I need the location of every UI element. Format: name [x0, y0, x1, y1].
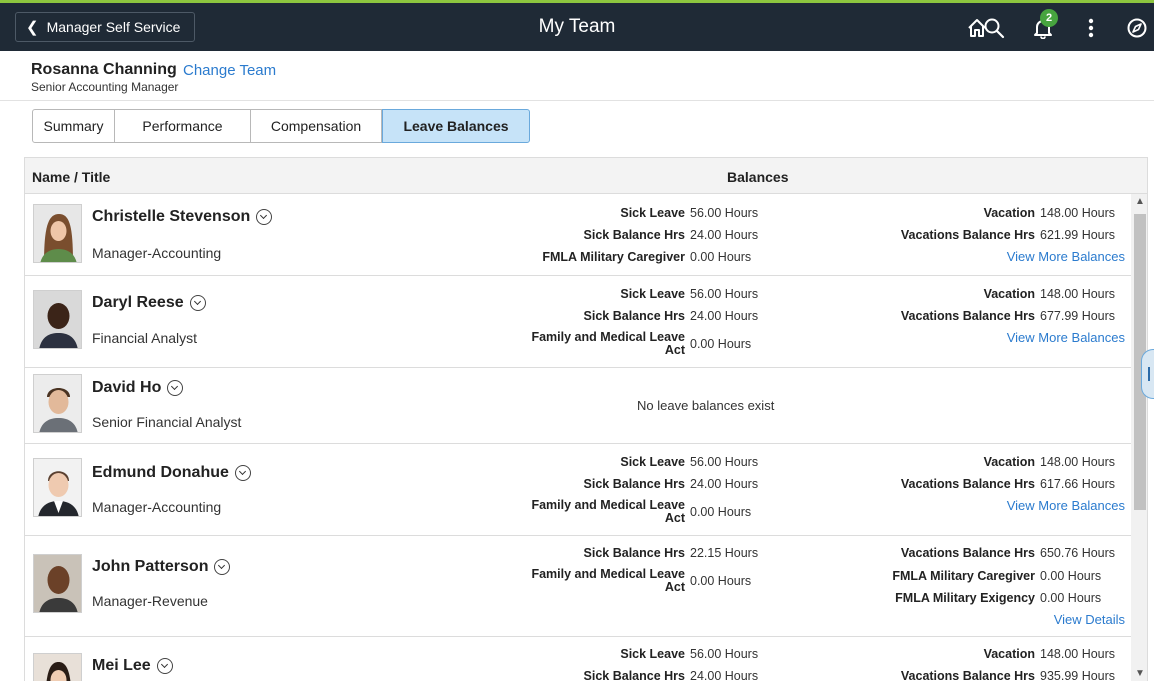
search-icon[interactable] — [981, 15, 1007, 41]
balance-item: Sick Balance Hrs 22.15 Hours — [583, 545, 759, 560]
balance-item: Vacation 148.00 Hours — [983, 286, 1116, 301]
balance-item: Vacations Balance Hrs 677.99 Hours — [900, 308, 1116, 323]
tab-compensation[interactable]: Compensation — [251, 109, 382, 143]
chevron-left-icon: ❮ — [26, 19, 39, 36]
avatar[interactable] — [33, 653, 82, 681]
navbar-compass-icon[interactable] — [1124, 15, 1150, 41]
balance-item: Sick Leave 56.00 Hours — [620, 646, 759, 661]
back-button-label: Manager Self Service — [46, 19, 181, 35]
view-more-balances-link[interactable]: View More Balances — [1007, 249, 1125, 264]
table-row: David Ho Senior Financial Analyst No lea… — [25, 368, 1131, 444]
balance-item: FMLA Military Caregiver 0.00 Hours — [542, 249, 752, 264]
balance-item: Vacation 148.00 Hours — [983, 205, 1116, 220]
balance-item: Vacations Balance Hrs 621.99 Hours — [900, 227, 1116, 242]
chevron-down-icon[interactable] — [234, 465, 251, 481]
table-row: Edmund Donahue Manager-Accounting Sick L… — [25, 444, 1131, 536]
avatar[interactable] — [33, 458, 82, 517]
balance-item: Vacation 148.00 Hours — [983, 646, 1116, 661]
balance-item: Sick Leave 56.00 Hours — [620, 205, 759, 220]
more-actions-icon[interactable] — [1078, 15, 1104, 41]
balance-item: Family and Medical Leave Act 0.00 Hours — [531, 498, 752, 525]
manager-name: Rosanna Channing — [31, 61, 177, 78]
scroll-down-arrow-icon[interactable]: ▼ — [1135, 668, 1145, 679]
side-panel-toggle[interactable] — [1141, 349, 1154, 399]
balance-item: Sick Balance Hrs 24.00 Hours — [583, 308, 759, 323]
balance-item: Vacations Balance Hrs 935.99 Hours — [900, 668, 1116, 681]
column-header-balances: Balances — [727, 169, 789, 185]
employee-title: Manager-Accounting — [92, 499, 222, 515]
view-more-balances-link[interactable]: View More Balances — [1007, 498, 1125, 513]
column-header-name[interactable]: Name / Title — [32, 169, 110, 185]
table-row: Mei Lee Sick Leave 56.00 Hours Sick Balan… — [25, 637, 1131, 681]
chevron-down-icon[interactable] — [167, 380, 184, 396]
avatar[interactable] — [33, 290, 82, 349]
chevron-down-icon[interactable] — [156, 658, 173, 674]
balance-item: Sick Balance Hrs 24.00 Hours — [583, 476, 759, 491]
employee-title: Manager-Accounting — [92, 245, 222, 261]
balance-item: Vacation 148.00 Hours — [983, 454, 1116, 469]
vertical-scrollbar[interactable]: ▲ ▼ — [1131, 194, 1147, 681]
balance-item: FMLA Military Caregiver 0.00 Hours — [892, 568, 1102, 583]
balance-item: Vacations Balance Hrs 617.66 Hours — [900, 476, 1116, 491]
notification-badge: 2 — [1040, 9, 1058, 27]
employee-name[interactable]: John Patterson — [92, 558, 231, 576]
change-team-link[interactable]: Change Team — [183, 62, 276, 79]
employee-name[interactable]: Christelle Stevenson — [92, 208, 273, 226]
tab-bar: Summary Performance Compensation Leave B… — [32, 109, 530, 143]
employee-title: Senior Financial Analyst — [92, 414, 242, 430]
balance-item: Sick Leave 56.00 Hours — [620, 286, 759, 301]
employee-title: Financial Analyst — [92, 330, 198, 346]
notifications-button[interactable]: 2 — [1030, 9, 1058, 41]
employee-title: Manager-Revenue — [92, 593, 208, 609]
top-banner: ❮ Manager Self Service My Team 2 — [0, 3, 1154, 51]
balance-item: Family and Medical Leave Act 0.00 Hours — [531, 330, 752, 357]
manager-title: Senior Accounting Manager — [31, 80, 179, 94]
avatar[interactable] — [33, 374, 82, 433]
view-more-balances-link[interactable]: View More Balances — [1007, 330, 1125, 345]
back-button[interactable]: ❮ Manager Self Service — [15, 12, 195, 42]
tab-summary[interactable]: Summary — [32, 109, 115, 143]
balance-item: Sick Balance Hrs 24.00 Hours — [583, 227, 759, 242]
balance-item: Family and Medical Leave Act 0.00 Hours — [531, 567, 752, 594]
chevron-down-icon[interactable] — [256, 209, 273, 225]
view-details-link[interactable]: View Details — [1054, 612, 1125, 627]
employee-name[interactable]: Daryl Reese — [92, 294, 206, 312]
tab-leave-balances[interactable]: Leave Balances — [382, 109, 530, 143]
tab-performance[interactable]: Performance — [115, 109, 251, 143]
scroll-up-arrow-icon[interactable]: ▲ — [1135, 196, 1145, 207]
balance-item: Vacations Balance Hrs 650.76 Hours — [900, 545, 1116, 560]
no-balances-message: No leave balances exist — [637, 398, 775, 413]
balance-item: Sick Leave 56.00 Hours — [620, 454, 759, 469]
balance-item: FMLA Military Exigency 0.00 Hours — [895, 590, 1102, 605]
avatar[interactable] — [33, 204, 82, 263]
chevron-down-icon[interactable] — [189, 295, 206, 311]
manager-header: Rosanna Channing Change Team Senior Acco… — [0, 51, 1154, 101]
table-row: Daryl Reese Financial Analyst Sick Leave… — [25, 276, 1131, 368]
grid-header: Name / Title Balances — [25, 158, 1147, 194]
employee-name[interactable]: David Ho — [92, 379, 184, 397]
balance-item: Sick Balance Hrs 24.00 Hours — [583, 668, 759, 681]
avatar[interactable] — [33, 554, 82, 613]
chevron-down-icon[interactable] — [214, 559, 231, 575]
table-row: Christelle Stevenson Manager-Accounting … — [25, 194, 1131, 276]
table-row: John Patterson Manager-Revenue Sick Bala… — [25, 536, 1131, 637]
employee-name[interactable]: Edmund Donahue — [92, 464, 251, 482]
employee-name[interactable]: Mei Lee — [92, 657, 173, 675]
team-grid: Name / Title Balances Christelle Stevens… — [24, 157, 1148, 681]
